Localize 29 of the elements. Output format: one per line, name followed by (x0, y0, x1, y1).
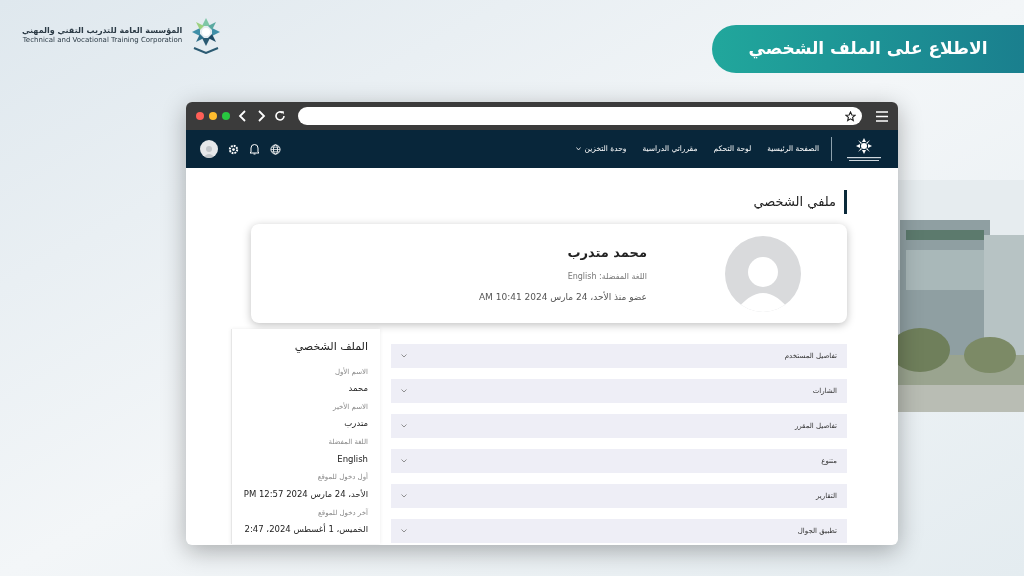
field-value: English (336, 452, 368, 466)
field-value: الأحد، 24 مارس 2024 12:57 PM (243, 487, 368, 501)
chevron-down-icon (401, 389, 407, 393)
chevron-down-icon (401, 529, 407, 533)
settings-icon[interactable] (228, 143, 239, 155)
slide-title: الاطلاع على الملف الشخصي (712, 25, 1024, 73)
site-logo-icon[interactable] (844, 136, 884, 162)
caret-icon (575, 147, 581, 151)
reload-icon[interactable] (274, 110, 286, 122)
globe-icon[interactable] (270, 143, 281, 155)
chevron-down-icon (401, 354, 407, 358)
member-since: عضو منذ الأحد، 24 مارس 2024 10:41 AM (478, 290, 647, 304)
avatar[interactable] (200, 140, 218, 158)
page-title: ملفي الشخصي (753, 193, 836, 212)
forward-icon[interactable] (256, 110, 266, 122)
panel-title: الملف الشخصي (293, 339, 368, 355)
menu-icon[interactable] (876, 110, 888, 122)
field-value: محمد (347, 382, 368, 395)
chevron-down-icon (401, 459, 407, 463)
chevron-down-icon (401, 494, 407, 498)
field-value: الخميس، 1 أغسطس 2024، 2:47 (243, 523, 368, 536)
organization-name: المؤسسة العامة للتدريب التقني والمهني (22, 25, 183, 36)
user-name: محمد متدرب (566, 244, 647, 262)
field-value: متدرب (343, 417, 368, 430)
chevron-down-icon (401, 424, 407, 428)
back-icon[interactable] (238, 110, 248, 122)
star-icon[interactable] (845, 110, 856, 122)
preferred-language: اللغة المفضلة: English (566, 270, 647, 283)
bell-icon[interactable] (249, 143, 260, 155)
